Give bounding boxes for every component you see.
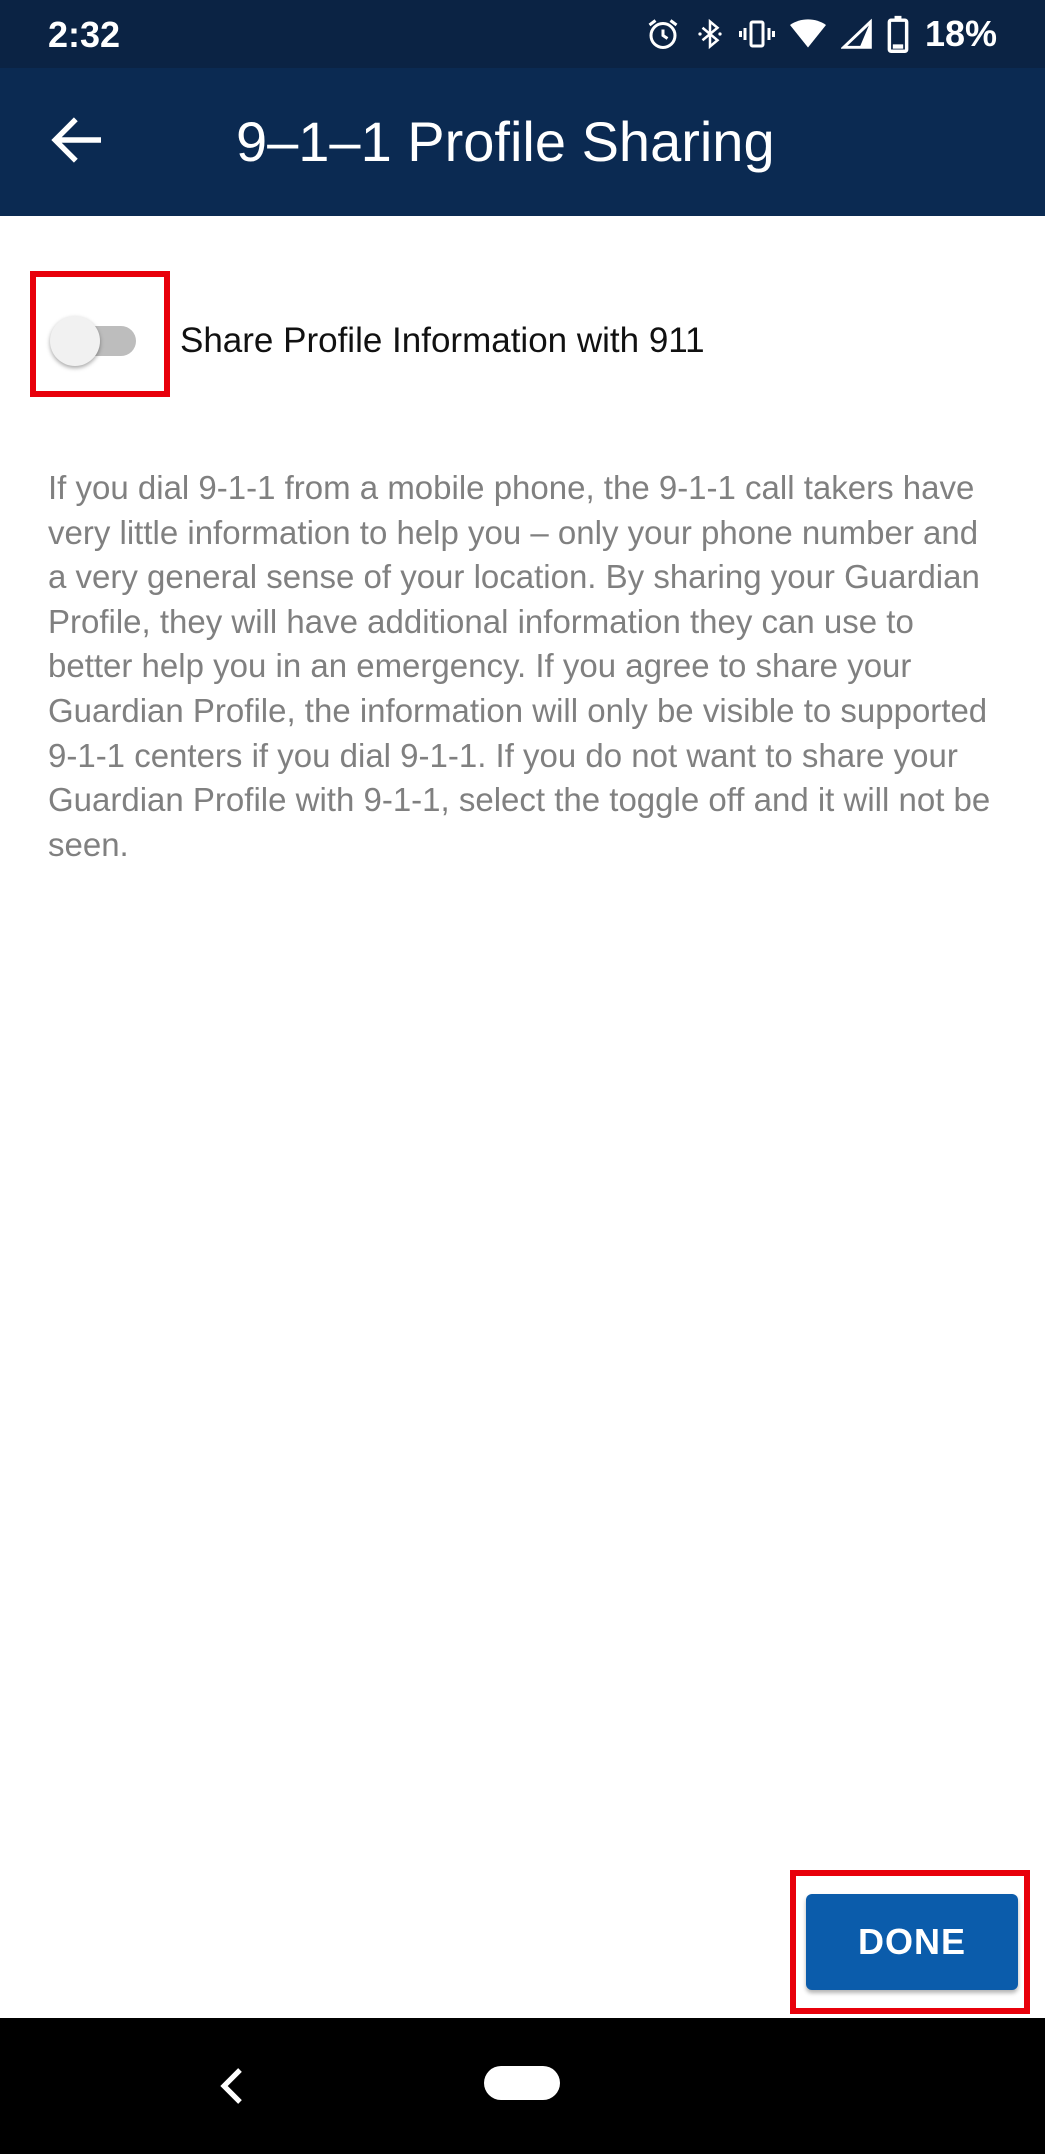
toggle-thumb <box>50 316 100 366</box>
alarm-icon <box>645 16 681 52</box>
back-button[interactable] <box>34 104 118 180</box>
nav-home-pill[interactable] <box>484 2066 560 2100</box>
page-title: 9–1–1 Profile Sharing <box>236 110 775 173</box>
status-bar: 2:32 18% <box>0 0 1045 68</box>
status-icons: 18% <box>645 12 997 56</box>
sharing-description: If you dial 9-1-1 from a mobile phone, t… <box>48 469 991 863</box>
nav-back-icon[interactable] <box>212 2064 252 2108</box>
share-profile-toggle[interactable] <box>50 316 140 366</box>
bluetooth-icon <box>695 16 725 52</box>
share-profile-label: Share Profile Information with 911 <box>180 321 705 360</box>
status-time: 2:32 <box>48 14 121 55</box>
vibrate-icon <box>738 16 775 52</box>
arrow-back-icon <box>51 116 102 168</box>
done-button[interactable]: DONE <box>806 1894 1018 1990</box>
system-nav-bar <box>0 2018 1045 2154</box>
signal-icon <box>840 16 873 52</box>
wifi-icon <box>789 16 827 52</box>
battery-percentage: 18% <box>924 13 997 54</box>
app-bar: 9–1–1 Profile Sharing <box>0 68 1045 216</box>
battery-icon <box>887 15 909 53</box>
